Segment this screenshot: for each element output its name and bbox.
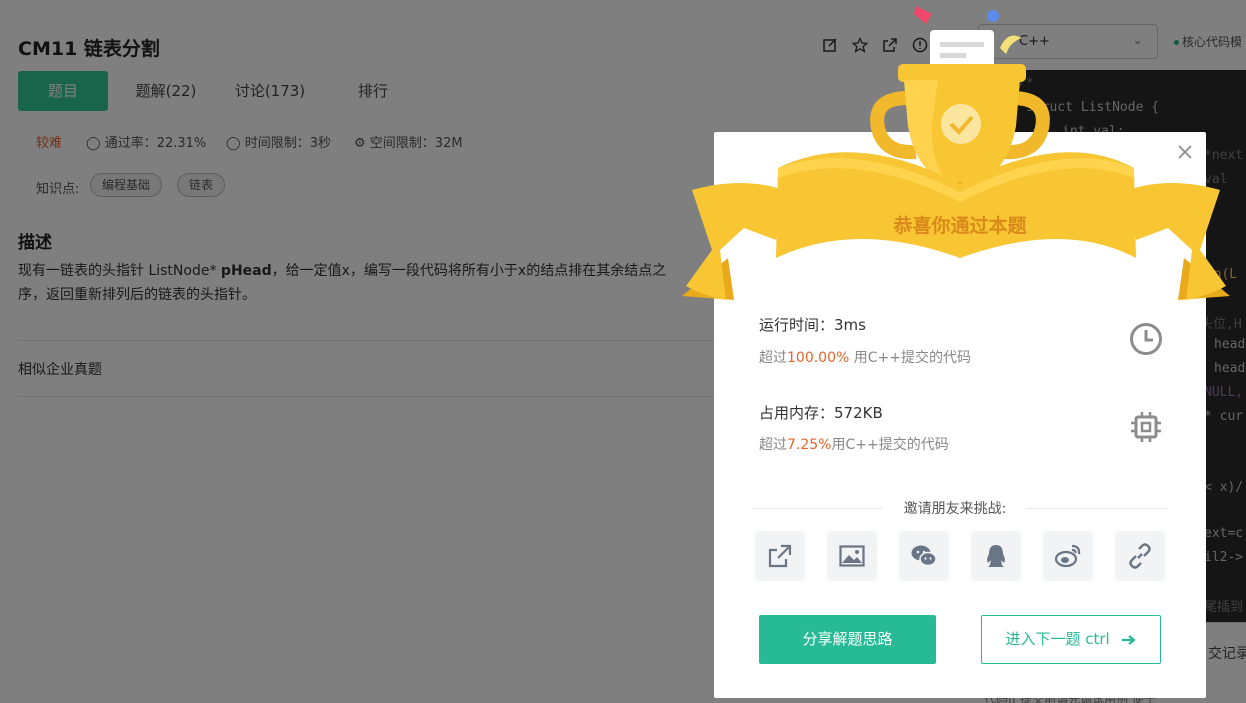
runtime-percentile: 超过100.00% 用C++提交的代码: [759, 347, 971, 367]
clock-icon: [1130, 323, 1162, 355]
arrow-right-icon: [1121, 634, 1136, 645]
image-icon: [839, 545, 865, 567]
wechat-icon: [911, 545, 937, 567]
share-solution-button[interactable]: 分享解题思路: [759, 615, 936, 664]
divider: [1027, 508, 1167, 509]
memory-percentile: 超过7.25%用C++提交的代码: [759, 434, 949, 454]
share-external-icon: [768, 544, 792, 568]
congrats-banner: 恭喜你通过本题: [893, 215, 1027, 237]
share-image-button[interactable]: [827, 531, 877, 581]
qq-icon: [987, 545, 1005, 567]
memory-prefix: 超过: [759, 437, 787, 453]
share-weibo-button[interactable]: [1043, 531, 1093, 581]
runtime-pct: 100.00%: [787, 350, 850, 366]
next-problem-button[interactable]: 进入下一题 ctrl: [981, 615, 1161, 664]
trophy-illustration: [682, 6, 1230, 300]
runtime-suffix: 用C++提交的代码: [849, 350, 971, 366]
share-qq-button[interactable]: [971, 531, 1021, 581]
next-problem-label: 进入下一题 ctrl: [1005, 630, 1110, 648]
runtime-prefix: 超过: [759, 350, 787, 366]
memory-label: 占用内存：572KB: [759, 404, 883, 422]
runtime-label: 运行时间：3ms: [759, 316, 866, 334]
link-icon: [1129, 543, 1151, 569]
share-link-button[interactable]: [755, 531, 805, 581]
memory-pct: 7.25%: [787, 437, 832, 453]
memory-suffix: 用C++提交的代码: [831, 437, 949, 453]
share-wechat-button[interactable]: [899, 531, 949, 581]
chip-icon: [1131, 412, 1161, 442]
share-copy-link-button[interactable]: [1115, 531, 1165, 581]
weibo-icon: [1054, 544, 1081, 568]
invite-label: 邀请朋友来挑战:: [903, 501, 1007, 517]
divider: [753, 508, 883, 509]
